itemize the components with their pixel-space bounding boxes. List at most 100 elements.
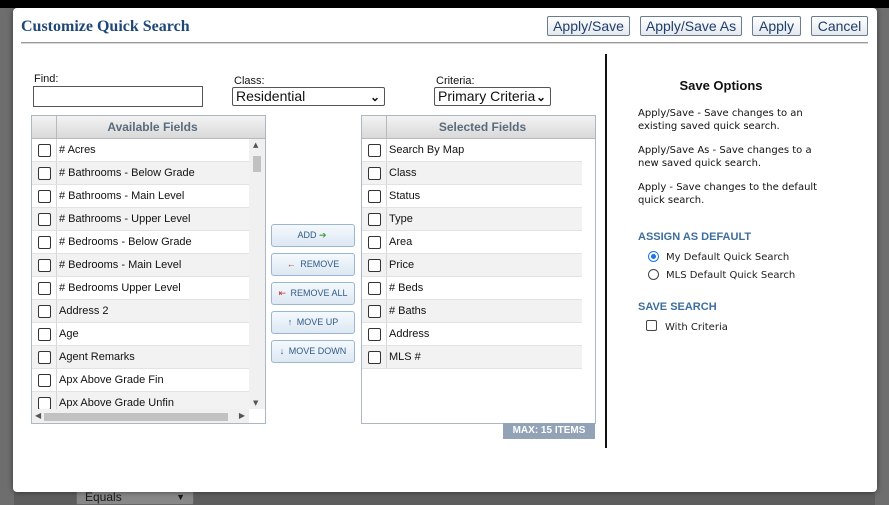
row-checkbox[interactable] (38, 259, 51, 272)
available-field-row[interactable]: Age (32, 323, 249, 346)
horizontal-scrollbar-thumb[interactable] (44, 413, 228, 421)
my-default-label[interactable]: My Default Quick Search (666, 252, 789, 263)
available-field-row[interactable]: # Bedrooms Upper Level (32, 277, 249, 300)
available-field-row[interactable]: # Acres (32, 139, 249, 162)
selected-field-row[interactable]: MLS # (362, 346, 582, 369)
checkbox-cell (32, 277, 57, 299)
row-checkbox[interactable] (38, 282, 51, 295)
find-label: Find: (34, 73, 59, 85)
scroll-left-arrow-icon[interactable]: ◀ (35, 411, 41, 420)
available-field-row[interactable]: Apx Above Grade Unfin (32, 392, 249, 409)
header-checkbox-column (32, 116, 57, 138)
apply-button[interactable]: Apply (752, 16, 801, 36)
row-checkbox[interactable] (38, 374, 51, 387)
criteria-select[interactable]: Primary Criteria ⌄ (434, 87, 551, 106)
with-criteria-label[interactable]: With Criteria (665, 322, 728, 333)
selected-field-row[interactable]: # Baths (362, 300, 582, 323)
save-search-heading: SAVE SEARCH (638, 301, 717, 313)
selected-field-row[interactable]: Status (362, 185, 582, 208)
class-label: Class: (234, 75, 265, 87)
checkbox-cell (362, 231, 387, 253)
row-checkbox[interactable] (38, 305, 51, 318)
field-name: # Bedrooms - Below Grade (59, 236, 192, 248)
row-checkbox[interactable] (368, 236, 381, 249)
row-checkbox[interactable] (38, 236, 51, 249)
with-criteria-checkbox[interactable] (646, 320, 657, 331)
selected-field-row[interactable]: Class (362, 162, 582, 185)
apply-save-as-button[interactable]: Apply/Save As (640, 16, 742, 36)
row-checkbox[interactable] (38, 144, 51, 157)
row-checkbox[interactable] (368, 259, 381, 272)
add-button[interactable]: ADD ➔ (271, 224, 355, 247)
selected-field-row[interactable]: Price (362, 254, 582, 277)
available-field-row[interactable]: # Bathrooms - Upper Level (32, 208, 249, 231)
row-checkbox[interactable] (368, 213, 381, 226)
row-checkbox[interactable] (38, 167, 51, 180)
vertical-scrollbar[interactable]: ▲ ▼ (249, 139, 265, 409)
row-checkbox[interactable] (38, 328, 51, 341)
row-checkbox[interactable] (368, 328, 381, 341)
row-checkbox[interactable] (368, 282, 381, 295)
selected-fields-header: Selected Fields (362, 116, 595, 139)
scroll-up-arrow-icon[interactable]: ▲ (253, 141, 258, 149)
field-name: Apx Above Grade Fin (59, 374, 164, 386)
move-down-button[interactable]: ↓ MOVE DOWN (271, 340, 355, 363)
checkbox-cell (32, 185, 57, 207)
scroll-right-arrow-icon[interactable]: ▶ (239, 411, 245, 420)
checkbox-cell (32, 162, 57, 184)
mls-default-label[interactable]: MLS Default Quick Search (666, 270, 795, 281)
available-field-row[interactable]: Agent Remarks (32, 346, 249, 369)
cancel-button[interactable]: Cancel (811, 16, 868, 36)
checkbox-cell (362, 162, 387, 184)
move-up-button-label: MOVE UP (296, 317, 339, 327)
available-field-row[interactable]: # Bedrooms - Main Level (32, 254, 249, 277)
available-field-row[interactable]: # Bedrooms - Below Grade (32, 231, 249, 254)
row-checkbox[interactable] (38, 351, 51, 364)
selected-field-row[interactable]: Address (362, 323, 582, 346)
field-name: # Acres (59, 144, 96, 156)
row-checkbox[interactable] (38, 190, 51, 203)
field-name: Price (389, 259, 415, 271)
my-default-radio[interactable] (648, 251, 659, 262)
scrollbar-thumb[interactable] (253, 156, 261, 172)
available-field-row[interactable]: Apx Above Grade Fin (32, 369, 249, 392)
row-checkbox[interactable] (368, 305, 381, 318)
remove-all-button[interactable]: ⇤ REMOVE ALL (271, 282, 355, 305)
field-name: # Baths (389, 305, 427, 317)
checkbox-cell (362, 254, 387, 276)
move-up-button[interactable]: ↑ MOVE UP (271, 311, 355, 334)
class-select[interactable]: Residential ⌄ (232, 87, 385, 106)
checkbox-cell (32, 369, 57, 391)
selected-field-row[interactable]: # Beds (362, 277, 582, 300)
checkbox-cell (362, 208, 387, 230)
row-checkbox[interactable] (368, 190, 381, 203)
selected-field-row[interactable]: Search By Map (362, 139, 582, 162)
available-field-row[interactable]: # Bathrooms - Below Grade (32, 162, 249, 185)
horizontal-scrollbar[interactable]: ◀ ▶ (32, 409, 249, 423)
find-input[interactable] (33, 86, 203, 107)
row-checkbox[interactable] (368, 167, 381, 180)
row-checkbox[interactable] (368, 144, 381, 157)
header-checkbox-column (362, 116, 387, 138)
chevron-down-icon: ▼ (176, 492, 185, 502)
available-field-row[interactable]: Address 2 (32, 300, 249, 323)
move-down-button-label: MOVE DOWN (288, 346, 347, 356)
row-checkbox[interactable] (38, 397, 51, 409)
remove-button[interactable]: ← REMOVE (271, 253, 355, 276)
selected-field-row[interactable]: Type (362, 208, 582, 231)
selected-field-row[interactable]: Area (362, 231, 582, 254)
row-checkbox[interactable] (38, 213, 51, 226)
scroll-down-arrow-icon[interactable]: ▼ (253, 399, 258, 407)
available-field-row[interactable]: # Bathrooms - Main Level (32, 185, 249, 208)
selected-fields-rows: Search By Map Class Status Type Area Price # B… (362, 139, 582, 369)
apply-save-as-description: Apply/Save As - Save changes to a new sa… (638, 145, 812, 169)
available-fields-rows: # Acres # Bathrooms - Below Grade # Bathro… (32, 139, 249, 409)
assign-default-heading: ASSIGN AS DEFAULT (638, 231, 752, 243)
mls-default-radio[interactable] (648, 269, 659, 280)
field-name: Address (389, 328, 430, 340)
checkbox-cell (32, 231, 57, 253)
checkbox-cell (362, 346, 387, 368)
row-checkbox[interactable] (368, 351, 381, 364)
apply-description: Apply - Save changes to the default quic… (638, 182, 818, 206)
apply-save-button[interactable]: Apply/Save (547, 16, 630, 36)
